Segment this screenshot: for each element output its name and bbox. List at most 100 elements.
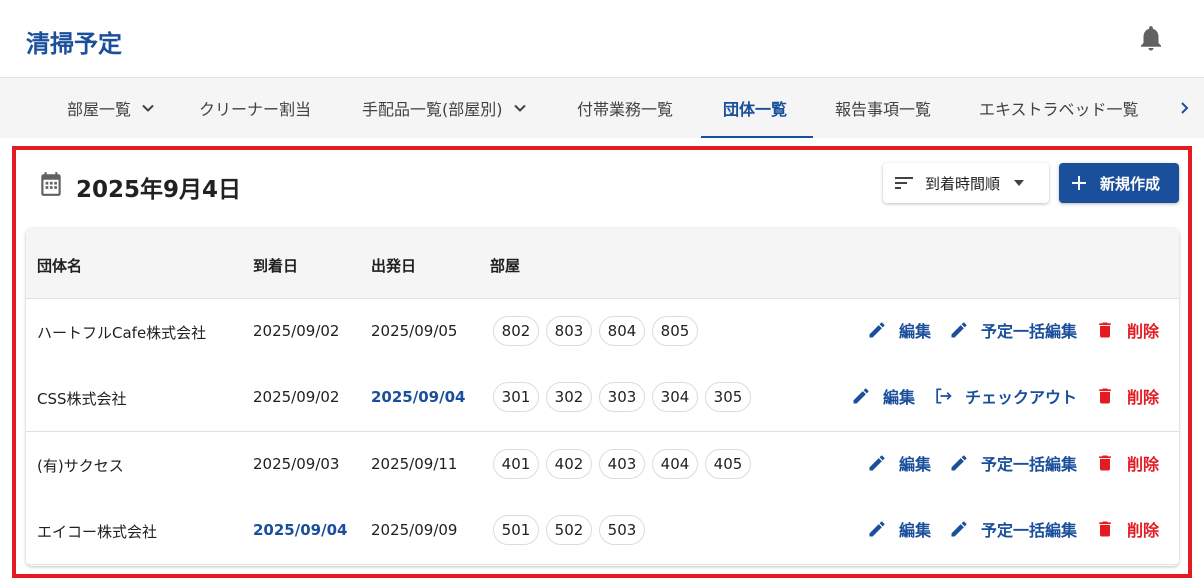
room-chip[interactable]: 805	[652, 316, 698, 346]
pencil-icon	[869, 322, 885, 338]
date-title: 2025年9月4日	[76, 177, 242, 203]
delete-button[interactable]: 削除	[1095, 318, 1159, 342]
trash-icon	[1099, 322, 1111, 338]
pencil-icon	[869, 521, 885, 537]
delete-button[interactable]: 削除	[1095, 384, 1159, 408]
delete-label: 削除	[1126, 388, 1159, 407]
departure-date: 2025/09/11	[371, 455, 458, 473]
room-chips: 301 302 303 304 305	[493, 382, 758, 412]
group-name: ハートフルCafe株式会社	[37, 324, 207, 342]
bulk-edit-label: 予定一括編集	[980, 521, 1077, 540]
tab-arranged-items[interactable]: 手配品一覧(部屋別)	[362, 78, 527, 138]
table-row: エイコー株式会社 2025/09/04 2025/09/09 501 502 503 編集 予…	[26, 498, 1179, 565]
edit-label: 編集	[882, 388, 915, 407]
room-chip[interactable]: 305	[705, 382, 751, 412]
bulk-edit-button[interactable]: 予定一括編集	[949, 451, 1077, 475]
room-chip[interactable]: 402	[546, 449, 592, 479]
edit-button[interactable]: 編集	[867, 318, 931, 342]
pencil-icon	[869, 455, 885, 471]
tab-label: 付帯業務一覧	[577, 100, 674, 119]
table-header: 団体名 到着日 出発日 部屋	[26, 228, 1179, 299]
room-chip[interactable]: 503	[599, 515, 645, 545]
room-chip[interactable]: 501	[493, 515, 539, 545]
group-name: エイコー株式会社	[37, 523, 158, 541]
edit-button[interactable]: 編集	[867, 517, 931, 541]
active-tab-indicator	[701, 136, 813, 138]
departure-date: 2025/09/09	[371, 521, 458, 539]
departure-date: 2025/09/05	[371, 322, 458, 340]
sort-select[interactable]: 到着時間順	[883, 163, 1049, 203]
delete-label: 削除	[1126, 455, 1159, 474]
tab-extra-beds[interactable]: エキストラベッド一覧	[979, 78, 1139, 138]
pencil-icon	[951, 521, 967, 537]
row-actions: 編集 予定一括編集 削除	[849, 318, 1159, 342]
delete-button[interactable]: 削除	[1095, 517, 1159, 541]
trash-icon	[1099, 388, 1111, 404]
room-chip[interactable]: 502	[546, 515, 592, 545]
bell-icon[interactable]	[1136, 22, 1166, 54]
row-actions: 編集 チェックアウト 削除	[833, 384, 1159, 408]
room-chip[interactable]: 405	[705, 449, 751, 479]
checkout-button[interactable]: チェックアウト	[933, 384, 1077, 408]
tab-label: クリーナー割当	[199, 100, 312, 119]
table-row: ハートフルCafe株式会社 2025/09/02 2025/09/05 802 803 8…	[26, 299, 1179, 366]
room-chip[interactable]: 401	[493, 449, 539, 479]
app-title: 清掃予定	[26, 30, 122, 58]
calendar-icon	[41, 172, 61, 196]
room-chip[interactable]: 803	[546, 316, 592, 346]
tab-label: 団体一覧	[723, 100, 788, 119]
header-arrival: 到着日	[253, 257, 299, 275]
edit-button[interactable]: 編集	[867, 451, 931, 475]
room-chip[interactable]: 302	[546, 382, 592, 412]
row-actions: 編集 予定一括編集 削除	[849, 451, 1159, 475]
tab-cleaner-assign[interactable]: クリーナー割当	[199, 78, 311, 138]
bulk-edit-button[interactable]: 予定一括編集	[949, 517, 1077, 541]
delete-label: 削除	[1126, 322, 1159, 341]
header-rooms: 部屋	[490, 257, 521, 275]
departure-date: 2025/09/04	[371, 388, 466, 406]
room-chips: 802 803 804 805	[493, 316, 705, 346]
bulk-edit-label: 予定一括編集	[980, 322, 1077, 341]
row-actions: 編集 予定一括編集 削除	[849, 517, 1159, 541]
room-chip[interactable]: 303	[599, 382, 645, 412]
room-chip[interactable]: 403	[599, 449, 645, 479]
new-button[interactable]: 新規作成	[1059, 163, 1179, 203]
arrival-date: 2025/09/03	[253, 455, 340, 473]
logout-icon	[936, 388, 952, 404]
room-chip[interactable]: 304	[652, 382, 698, 412]
trash-icon	[1099, 455, 1111, 471]
tab-label: 部屋一覧	[67, 100, 132, 119]
tab-additional-tasks[interactable]: 付帯業務一覧	[577, 78, 673, 138]
arrival-date: 2025/09/02	[253, 322, 340, 340]
table-row: CSS株式会社 2025/09/02 2025/09/04 301 302 303 304 3…	[26, 365, 1179, 432]
groups-table: 団体名 到着日 出発日 部屋 ハートフルCafe株式会社 2025/09/02 20…	[26, 228, 1179, 566]
plus-icon	[1072, 176, 1086, 190]
tab-groups[interactable]: 団体一覧	[723, 78, 787, 138]
tab-label: エキストラベッド一覧	[979, 100, 1139, 119]
tab-rooms[interactable]: 部屋一覧	[67, 78, 155, 138]
delete-label: 削除	[1126, 521, 1159, 540]
room-chip[interactable]: 804	[599, 316, 645, 346]
chevron-down-icon	[142, 104, 154, 112]
room-chip[interactable]: 404	[652, 449, 698, 479]
pencil-icon	[951, 322, 967, 338]
tab-label: 報告事項一覧	[835, 100, 932, 119]
trash-icon	[1099, 521, 1111, 537]
tab-bar: 部屋一覧 クリーナー割当 手配品一覧(部屋別) 付帯業務一覧 団体一覧 報告事項…	[0, 78, 1204, 138]
edit-label: 編集	[898, 322, 931, 341]
chevron-right-icon[interactable]	[1176, 96, 1194, 120]
delete-button[interactable]: 削除	[1095, 451, 1159, 475]
header-departure: 出発日	[371, 257, 417, 275]
sort-icon	[895, 177, 913, 189]
new-button-label: 新規作成	[1100, 174, 1161, 193]
bulk-edit-button[interactable]: 予定一括編集	[949, 318, 1077, 342]
chevron-down-icon	[513, 104, 526, 112]
room-chips: 401 402 403 404 405	[493, 449, 758, 479]
room-chip[interactable]: 802	[493, 316, 539, 346]
edit-button[interactable]: 編集	[851, 384, 915, 408]
header-group-name: 団体名	[37, 257, 83, 275]
app-header: 清掃予定	[0, 0, 1204, 78]
room-chip[interactable]: 301	[493, 382, 539, 412]
tab-reports[interactable]: 報告事項一覧	[835, 78, 931, 138]
bulk-edit-label: 予定一括編集	[980, 455, 1077, 474]
